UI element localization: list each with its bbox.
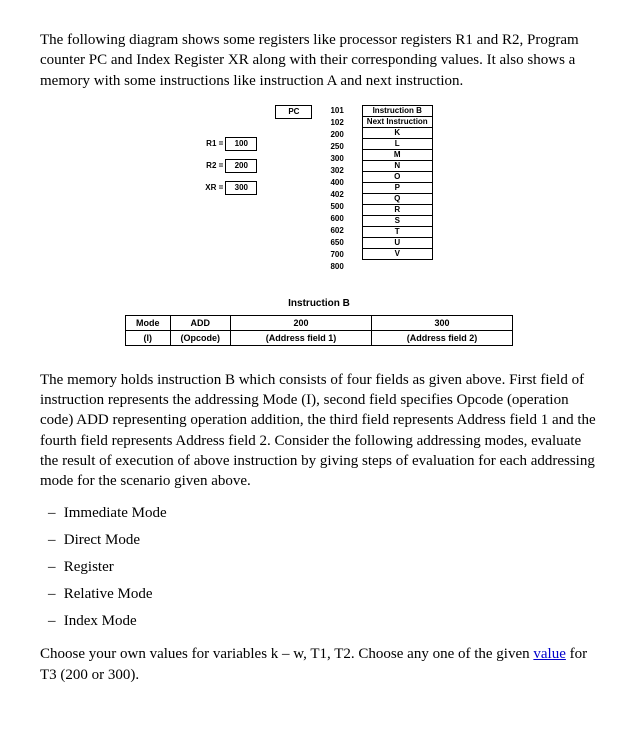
mode-label: Immediate Mode	[60, 505, 167, 521]
instr-cell-addr2: 300	[372, 315, 513, 330]
register-label: R1 =	[205, 139, 223, 148]
instr-cell-addr1-label: (Address field 1)	[231, 330, 372, 345]
mode-item: – Relative Mode	[40, 586, 598, 603]
mode-label: Direct Mode	[60, 532, 140, 548]
instr-cell-opcode: ADD	[170, 315, 231, 330]
memory-cell: V	[363, 249, 432, 259]
address-label: 402	[330, 189, 343, 200]
addressing-modes-list: – Immediate Mode– Direct Mode– Register–…	[40, 505, 598, 630]
address-label: 400	[330, 177, 343, 188]
memory-cell: Next Instruction	[363, 117, 432, 128]
instr-cell-addr1: 200	[231, 315, 372, 330]
instr-cell-opcode-label: (Opcode)	[170, 330, 231, 345]
intro-paragraph: The following diagram shows some registe…	[40, 30, 598, 91]
instruction-b-title: Instruction B	[40, 298, 598, 309]
memory-cell: O	[363, 172, 432, 183]
register-value: 300	[225, 181, 257, 195]
register-value: 200	[225, 159, 257, 173]
mode-item: – Immediate Mode	[40, 505, 598, 522]
address-column: 1011022002503003024004025006006026507008…	[330, 105, 343, 272]
instruction-b-table: Mode ADD 200 300 (I) (Opcode) (Address f…	[125, 315, 513, 346]
pc-label-box: PC	[275, 105, 312, 119]
address-label: 101	[330, 105, 343, 116]
dash-icon: –	[48, 505, 60, 522]
value-link[interactable]: value	[533, 646, 565, 662]
explanation-paragraph: The memory holds instruction B which con…	[40, 370, 598, 492]
address-label: 600	[330, 213, 343, 224]
register-value: 100	[225, 137, 257, 151]
dash-icon: –	[48, 586, 60, 603]
register-row: R2 =200	[205, 159, 257, 173]
register-label: XR =	[205, 183, 223, 192]
memory-cell: Q	[363, 194, 432, 205]
memory-cell: R	[363, 205, 432, 216]
dash-icon: –	[48, 532, 60, 549]
registers-column: R1 =100 R2 =200 XR =300	[205, 105, 257, 195]
address-label: 102	[330, 117, 343, 128]
diagram: R1 =100R2 =200XR =300 PC 101102200250300…	[40, 105, 598, 346]
memory-column: Instruction BNext InstructionKLMNOPQRSTU…	[362, 105, 433, 260]
instr-cell-addr2-label: (Address field 2)	[372, 330, 513, 345]
address-label: 300	[330, 153, 343, 164]
mode-item: – Register	[40, 559, 598, 576]
dash-icon: –	[48, 613, 60, 630]
address-label: 302	[330, 165, 343, 176]
memory-cell: M	[363, 150, 432, 161]
closing-text-pre: Choose your own values for variables k –…	[40, 646, 533, 662]
memory-cell: K	[363, 128, 432, 139]
mode-label: Index Mode	[60, 613, 137, 629]
address-label: 250	[330, 141, 343, 152]
register-label: R2 =	[205, 161, 223, 170]
memory-cell: L	[363, 139, 432, 150]
memory-cell: S	[363, 216, 432, 227]
address-label: 500	[330, 201, 343, 212]
mode-label: Relative Mode	[60, 586, 152, 602]
instr-cell-mode-label: (I)	[126, 330, 171, 345]
address-label: 700	[330, 249, 343, 260]
address-label: 800	[330, 261, 343, 272]
dash-icon: –	[48, 559, 60, 576]
instr-cell-mode: Mode	[126, 315, 171, 330]
memory-cell: P	[363, 183, 432, 194]
memory-cell: N	[363, 161, 432, 172]
address-label: 650	[330, 237, 343, 248]
register-row: XR =300	[205, 181, 257, 195]
closing-paragraph: Choose your own values for variables k –…	[40, 644, 598, 685]
memory-cell: U	[363, 238, 432, 249]
register-row: R1 =100	[205, 137, 257, 151]
memory-cell: T	[363, 227, 432, 238]
memory-cell: Instruction B	[363, 106, 432, 117]
mode-item: – Direct Mode	[40, 532, 598, 549]
address-label: 200	[330, 129, 343, 140]
mode-label: Register	[60, 559, 114, 575]
mode-item: – Index Mode	[40, 613, 598, 630]
address-label: 602	[330, 225, 343, 236]
